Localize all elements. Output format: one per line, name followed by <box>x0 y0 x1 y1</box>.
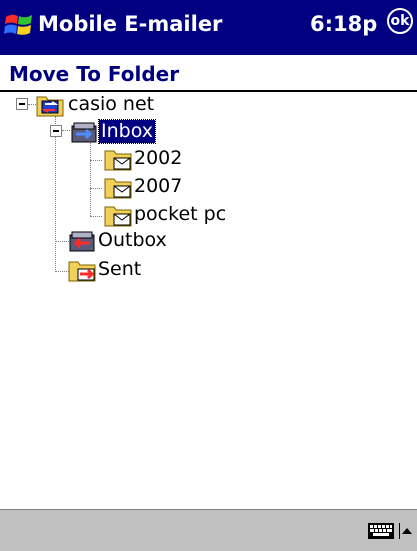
collapse-toggle[interactable] <box>50 125 62 137</box>
mail-folder-icon <box>104 178 132 199</box>
tree-node-label: pocket pc <box>134 203 227 225</box>
tree-node-2007[interactable]: 2007 <box>0 175 220 200</box>
tree-node-casio-net[interactable]: casio net <box>0 93 200 118</box>
inbox-icon <box>71 122 97 143</box>
tree-node-label: casio net <box>68 93 155 115</box>
tree-node-2002[interactable]: 2002 <box>0 147 220 172</box>
tree-node-pocket-pc[interactable]: pocket pc <box>0 203 260 228</box>
outbox-icon <box>69 231 95 252</box>
tree-node-outbox[interactable]: Outbox <box>0 229 220 254</box>
sent-folder-icon <box>68 261 96 282</box>
tree-node-label: 2002 <box>134 147 183 169</box>
keyboard-icon[interactable] <box>368 523 394 539</box>
folder-tree: casio net Inbox 2002 2007 pocket pc Outb… <box>0 0 417 300</box>
tree-node-label: 2007 <box>134 175 183 197</box>
mail-folder-icon <box>104 150 132 171</box>
bottom-command-bar <box>0 509 417 551</box>
arrow-up-icon[interactable] <box>398 523 412 539</box>
mail-folder-icon <box>104 206 132 227</box>
tree-node-label: Inbox <box>98 119 156 144</box>
tree-node-label: Outbox <box>98 229 167 251</box>
tree-node-inbox[interactable]: Inbox <box>0 119 200 145</box>
tree-node-sent[interactable]: Sent <box>0 258 220 283</box>
account-folder-icon <box>36 96 64 117</box>
tree-node-label: Sent <box>98 258 142 280</box>
collapse-toggle[interactable] <box>16 98 28 110</box>
